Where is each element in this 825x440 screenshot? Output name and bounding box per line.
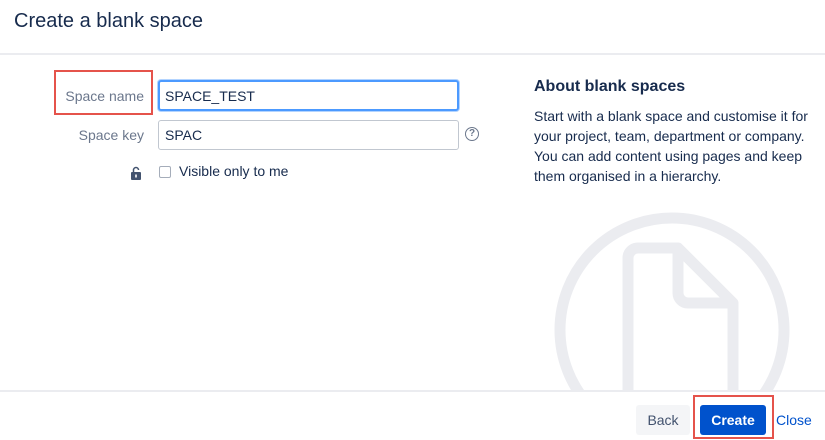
dialog-footer: Back Create Close — [0, 390, 825, 440]
blank-page-watermark-icon — [554, 212, 790, 390]
back-button[interactable]: Back — [636, 405, 690, 435]
about-text: Start with a blank space and customise i… — [534, 108, 808, 184]
space-name-input[interactable] — [158, 80, 459, 111]
visible-only-to-me-checkbox[interactable] — [159, 166, 171, 178]
question-circle-icon[interactable]: ? — [465, 127, 479, 141]
create-button[interactable]: Create — [700, 405, 766, 435]
space-key-label: Space key — [78, 127, 144, 143]
dialog-title: Create a blank space — [14, 10, 204, 32]
space-key-input[interactable] — [158, 120, 459, 150]
space-name-label: Space name — [65, 88, 144, 104]
visible-only-to-me-label[interactable]: Visible only to me — [179, 163, 288, 179]
about-title: About blank spaces — [534, 78, 686, 95]
dialog-header: Create a blank space — [0, 0, 825, 55]
unlock-icon — [131, 166, 141, 180]
close-link[interactable]: Close — [776, 405, 816, 435]
